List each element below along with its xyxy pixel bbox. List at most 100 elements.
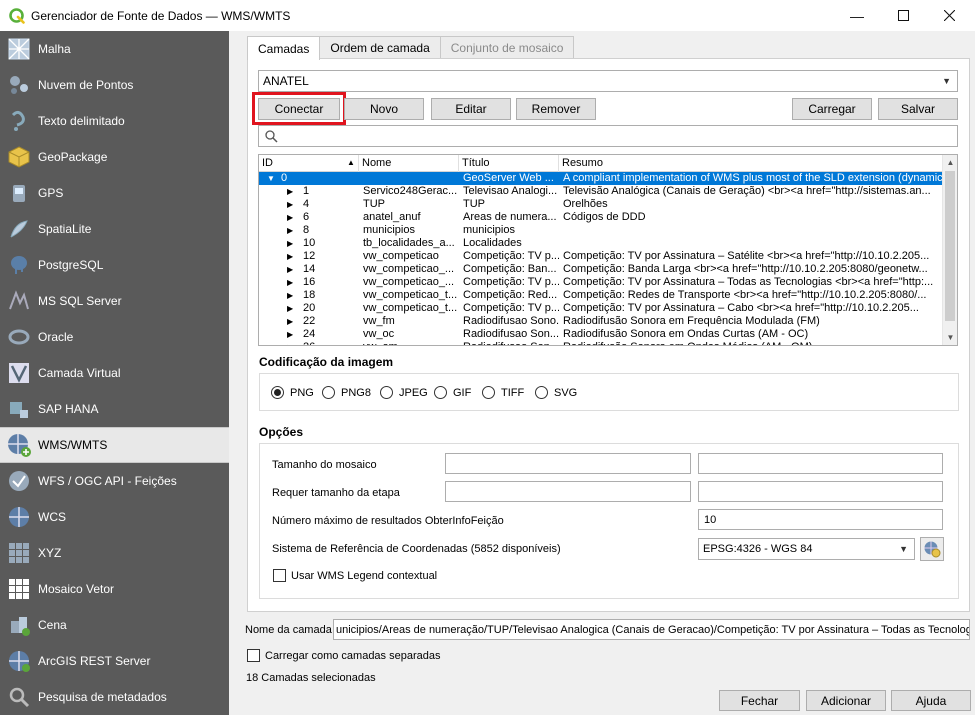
sidebar-item-gps[interactable]: GPS <box>0 175 229 211</box>
radio-svg[interactable]: SVG <box>535 386 577 399</box>
radio-tiff[interactable]: TIFF <box>482 386 524 399</box>
crs-select[interactable]: EPSG:4326 - WGS 84 ▼ <box>698 538 915 560</box>
expand-arrow-icon[interactable]: ▶ <box>287 341 293 345</box>
help-button[interactable]: Ajuda <box>891 690 971 711</box>
layers-tree[interactable]: ID ▲ Nome Título Resumo ▼ 0 GeoServer Web .… <box>258 154 958 346</box>
sidebar-item-malha[interactable]: Malha <box>0 31 229 67</box>
sidebar-item-mosaico-vetor[interactable]: Mosaico Vetor <box>0 571 229 607</box>
edit-button[interactable]: Editar <box>431 98 511 120</box>
crs-selector-button[interactable] <box>920 537 944 561</box>
table-row[interactable]: ▶ 14 vw_competicao_... Competição: Ban... Co… <box>259 263 943 276</box>
tile-height-input[interactable] <box>698 453 943 474</box>
layer-name-input[interactable]: unicipios/Areas de numeração/TUP/Televis… <box>333 619 970 640</box>
layer-search-input[interactable] <box>258 125 958 147</box>
close-button[interactable]: Fechar <box>719 690 800 711</box>
scroll-up-icon[interactable]: ▲ <box>943 155 957 170</box>
contextual-legend-checkbox[interactable] <box>273 569 286 582</box>
sidebar-item-wcs[interactable]: WCS <box>0 499 229 535</box>
column-header-nome[interactable]: Nome <box>359 155 459 172</box>
load-separate-checkbox[interactable] <box>247 649 260 662</box>
step-height-input[interactable] <box>698 481 943 502</box>
sidebar-item-wfs[interactable]: WFS / OGC API - Feições <box>0 463 229 499</box>
radio-gif[interactable]: GIF <box>434 386 471 399</box>
column-header-id[interactable]: ID ▲ <box>259 155 359 172</box>
tab-ordem-de-camada[interactable]: Ordem de camada <box>319 36 441 59</box>
tab-camadas[interactable]: Camadas <box>247 36 321 60</box>
table-row[interactable]: ▶ 20 vw_competicao_t... Competição: TV p...… <box>259 302 943 315</box>
expand-arrow-icon[interactable]: ▶ <box>287 211 293 224</box>
sidebar-item-geopackage[interactable]: GeoPackage <box>0 139 229 175</box>
sidebar-item-sap-hana[interactable]: SAP HANA <box>0 391 229 427</box>
add-button[interactable]: Adicionar <box>806 690 886 711</box>
table-row[interactable]: ▶ 6 anatel_anuf Areas de numera... Códigos d… <box>259 211 943 224</box>
sidebar-item-ms-sql-server[interactable]: MS SQL Server <box>0 283 229 319</box>
column-header-resumo[interactable]: Resumo <box>559 155 943 172</box>
table-row[interactable]: ▶ 8 municipios municipios <box>259 224 943 237</box>
minimize-icon[interactable]: — <box>834 0 880 31</box>
expand-arrow-icon[interactable]: ▶ <box>287 315 293 328</box>
sidebar-item-xyz[interactable]: XYZ <box>0 535 229 571</box>
table-row[interactable]: ▶ 18 vw_competicao_t... Competição: Red... C… <box>259 289 943 302</box>
expand-arrow-icon[interactable]: ▶ <box>287 328 293 341</box>
oracle-icon <box>6 324 32 350</box>
spatialite-icon <box>6 216 32 242</box>
sidebar-item-camada-virtual[interactable]: Camada Virtual <box>0 355 229 391</box>
table-row[interactable]: ▼ 0 GeoServer Web ... A compliant implement… <box>259 172 943 185</box>
sidebar-item-nuvem-de-pontos[interactable]: Nuvem de Pontos <box>0 67 229 103</box>
expand-arrow-icon[interactable]: ▶ <box>287 198 293 211</box>
maximize-icon[interactable] <box>880 0 926 31</box>
table-row[interactable]: ▶ 22 vw_fm Radiodifusao Sono... Radiodifusão… <box>259 315 943 328</box>
max-results-input[interactable]: 10 <box>698 509 943 530</box>
expand-arrow-icon[interactable]: ▶ <box>287 302 293 315</box>
tile-width-input[interactable] <box>445 453 691 474</box>
sidebar-item-pesquisa-de-metadados[interactable]: Pesquisa de metadados <box>0 679 229 715</box>
table-row[interactable]: ▶ 1 Servico248Gerac... Televisao Analogi...… <box>259 185 943 198</box>
cell-summary: Radiodifusão Sonora em Frequência Modula… <box>563 315 820 327</box>
table-row[interactable]: ▶ 24 vw_oc Radiodifusao Son... Radiodifusão … <box>259 328 943 341</box>
sidebar-item-spatialite[interactable]: SpatiaLite <box>0 211 229 247</box>
metadata-search-icon <box>6 684 32 710</box>
max-results-label: Número máximo de resultados ObterInfoFei… <box>272 515 504 527</box>
sidebar-item-cena[interactable]: Cena <box>0 607 229 643</box>
remove-button[interactable]: Remover <box>516 98 596 120</box>
sidebar-item-texto-delimitado[interactable]: Texto delimitado <box>0 103 229 139</box>
table-row[interactable]: ▶ 4 TUP TUP Orelhões <box>259 198 943 211</box>
table-row[interactable]: ▶ 12 vw_competicao Competição: TV p... Compe… <box>259 250 943 263</box>
cell-summary: Competição: Banda Larga <br><a href="htt… <box>563 263 928 275</box>
step-width-input[interactable] <box>445 481 691 502</box>
new-button[interactable]: Novo <box>344 98 424 120</box>
cell-name: vw_competicao <box>363 250 439 262</box>
expand-arrow-icon[interactable]: ▶ <box>287 224 293 237</box>
expand-arrow-icon[interactable]: ▶ <box>287 263 293 276</box>
scroll-down-icon[interactable]: ▼ <box>943 330 957 345</box>
expand-arrow-icon[interactable]: ▶ <box>287 250 293 263</box>
vector-tile-icon <box>6 576 32 602</box>
expand-arrow-open-icon[interactable]: ▼ <box>267 172 275 185</box>
radio-png8[interactable]: PNG8 <box>322 386 371 399</box>
save-button[interactable]: Salvar <box>878 98 958 120</box>
cell-title: Competição: TV p... <box>463 276 559 288</box>
options-heading: Opções <box>259 425 304 439</box>
cell-id: 20 <box>303 302 316 314</box>
expand-arrow-icon[interactable]: ▶ <box>287 237 293 250</box>
expand-arrow-icon[interactable]: ▶ <box>287 289 293 302</box>
radio-jpeg[interactable]: JPEG <box>380 386 428 399</box>
scrollbar-thumb[interactable] <box>945 171 955 321</box>
expand-arrow-icon[interactable]: ▶ <box>287 276 293 289</box>
table-row[interactable]: ▶ 10 tb_localidades_a... Localidades <box>259 237 943 250</box>
sidebar-item-label: Nuvem de Pontos <box>38 78 134 92</box>
sidebar-item-arcgis-rest-server[interactable]: ArcGIS REST Server <box>0 643 229 679</box>
connection-select[interactable]: ANATEL ▼ <box>258 70 958 92</box>
sidebar-item-postgresql[interactable]: PostgreSQL <box>0 247 229 283</box>
sidebar-item-oracle[interactable]: Oracle <box>0 319 229 355</box>
column-header-titulo[interactable]: Título <box>459 155 559 172</box>
close-icon[interactable] <box>926 0 972 31</box>
tree-scrollbar[interactable]: ▲ ▼ <box>942 155 957 345</box>
load-button[interactable]: Carregar <box>792 98 872 120</box>
sidebar-item-wms-wmts[interactable]: WMS/WMTS <box>0 427 229 463</box>
radio-png[interactable]: PNG <box>271 386 314 399</box>
cell-name: tb_localidades_a... <box>363 237 455 249</box>
table-row[interactable]: ▶ 26 vw_om Radiodifusao Son... Radiodifusão … <box>259 341 943 345</box>
table-row[interactable]: ▶ 16 vw_competicao_... Competição: TV p... C… <box>259 276 943 289</box>
expand-arrow-icon[interactable]: ▶ <box>287 185 293 198</box>
